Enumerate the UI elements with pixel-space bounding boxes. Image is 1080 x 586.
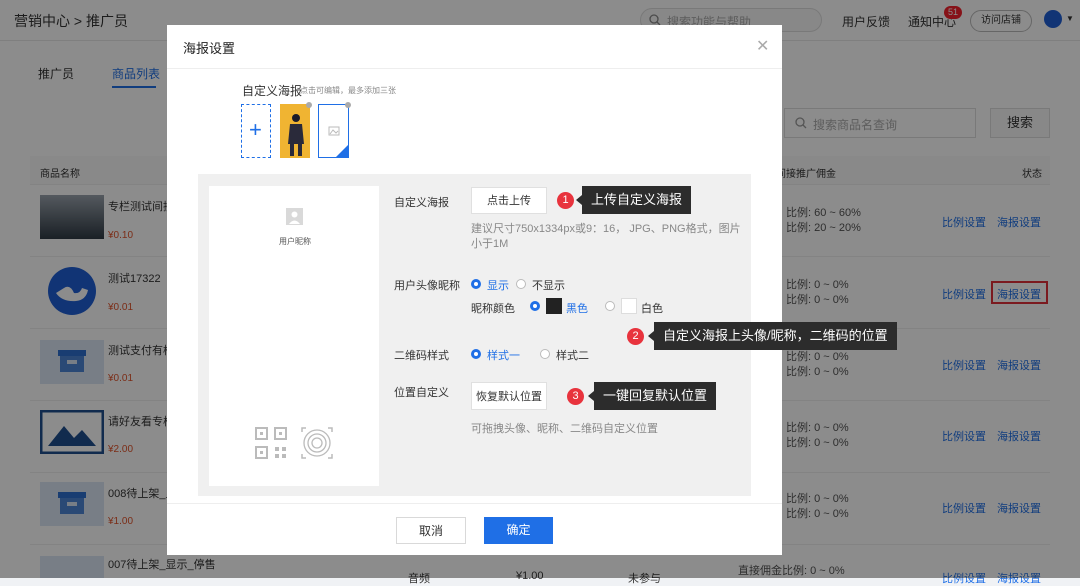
callout-number: 1	[557, 192, 574, 209]
white-color-swatch[interactable]	[621, 298, 637, 314]
qr-code-icon[interactable]	[254, 426, 288, 463]
custom-poster-label: 自定义海报	[242, 84, 303, 98]
avatar-nickname-label: 用户头像昵称	[394, 280, 460, 292]
remove-poster-icon[interactable]	[345, 102, 351, 108]
radio-color-black[interactable]	[530, 301, 540, 311]
upload-button[interactable]: 点击上传	[471, 187, 547, 214]
radio-qr-style2[interactable]	[540, 349, 550, 359]
radio-show[interactable]	[471, 279, 481, 289]
radio-show-label[interactable]: 显示	[487, 277, 509, 293]
selected-poster-slot[interactable]	[318, 104, 349, 158]
poster-preview	[209, 186, 379, 486]
callout-number: 2	[627, 328, 644, 345]
poster-figure-image	[280, 104, 310, 158]
radio-hide-label[interactable]: 不显示	[532, 277, 565, 293]
qr-style2-label[interactable]: 样式二	[556, 347, 589, 363]
close-icon[interactable]: ✕	[756, 36, 769, 56]
plus-icon: +	[249, 117, 262, 142]
qr-style1-label[interactable]: 样式一	[487, 347, 520, 363]
custom-poster-hint: 点击可编辑，最多添加三张	[300, 86, 396, 95]
remove-poster-icon[interactable]	[306, 102, 312, 108]
preview-nickname[interactable]: 用户昵称	[279, 236, 311, 247]
qr-style-label: 二维码样式	[394, 350, 449, 362]
position-label: 位置自定义	[394, 387, 449, 399]
color-white-label[interactable]: 白色	[641, 300, 663, 316]
modal-footer-divider	[167, 503, 782, 504]
image-placeholder-icon	[328, 126, 348, 157]
radio-color-white[interactable]	[605, 301, 615, 311]
reset-position-button[interactable]: 恢复默认位置	[471, 382, 547, 410]
callout-number: 3	[567, 388, 584, 405]
drag-hint: 可拖拽头像、昵称、二维码自定义位置	[471, 423, 658, 435]
confirm-button[interactable]: 确定	[484, 517, 553, 544]
modal-title: 海报设置	[183, 41, 236, 56]
callout-upload: 上传自定义海报	[575, 186, 692, 214]
fingerprint-icon	[300, 426, 334, 463]
callout-reset: 一键回复默认位置	[587, 382, 717, 410]
add-poster-button[interactable]: +	[241, 104, 271, 158]
radio-qr-style1[interactable]	[471, 349, 481, 359]
nickname-color-label: 昵称颜色	[471, 303, 515, 315]
black-color-swatch[interactable]	[546, 298, 562, 314]
upload-hint: 建议尺寸750x1334px或9：16， JPG、PNG格式，图片小于1M	[471, 223, 741, 250]
color-black-label[interactable]: 黑色	[566, 300, 588, 316]
modal-header-divider	[167, 68, 782, 69]
upload-label: 自定义海报	[394, 197, 449, 209]
callout-position: 自定义海报上头像/昵称，二维码的位置	[648, 322, 897, 350]
user-avatar-placeholder-icon[interactable]	[286, 208, 303, 228]
poster-thumbnail[interactable]	[280, 104, 310, 158]
cancel-button[interactable]: 取消	[396, 517, 466, 544]
radio-hide[interactable]	[516, 279, 526, 289]
